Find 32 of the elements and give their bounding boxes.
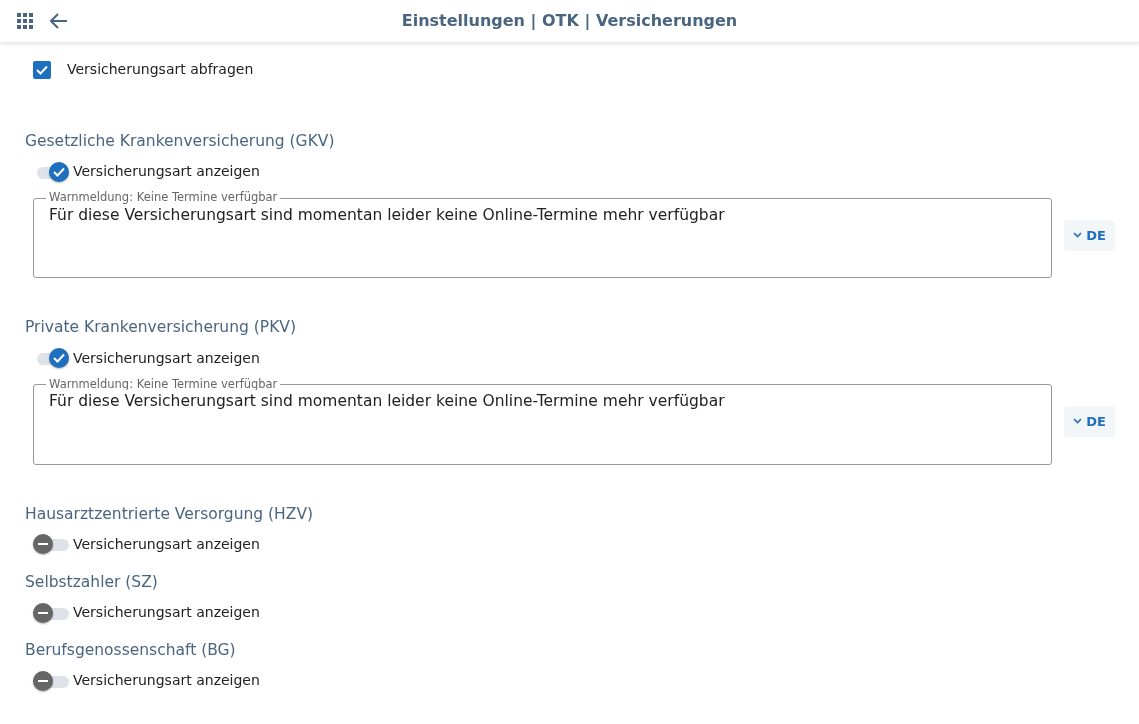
check-icon — [53, 353, 65, 363]
toggle-label: Versicherungsart anzeigen — [73, 348, 260, 368]
toggle-label: Versicherungsart anzeigen — [73, 603, 260, 622]
warning-message-field[interactable]: Warnmeldung: Keine Termine verfügbar Für diese Versicherungsart sind momentan leider keine Online-Termine mehr verfügbar — [33, 192, 1052, 279]
minus-icon — [38, 679, 48, 682]
check-icon — [53, 166, 65, 177]
section-heading: Private Krankenversicherung (PKV) — [25, 317, 297, 339]
language-dropdown[interactable]: DE — [1064, 219, 1115, 251]
minus-icon — [38, 611, 48, 614]
toggle-label: Versicherungsart anzeigen — [73, 671, 260, 691]
checkbox[interactable] — [33, 60, 51, 79]
checkbox-label: Versicherungsart abfragen — [67, 60, 254, 79]
page-title: Einstellungen | OTK | Versicherungen — [401, 11, 738, 30]
field-label: Warnmeldung: Keine Termine verfügbar — [48, 378, 279, 390]
check-icon — [36, 64, 48, 75]
section-heading: Hausarztzentrierte Versorgung (HZV) — [25, 503, 315, 525]
toggle-label: Versicherungsart anzeigen — [73, 162, 260, 182]
section-heading: Berufsgenossenschaft (BG) — [25, 640, 237, 661]
toggle-switch[interactable] — [33, 671, 69, 690]
back-arrow-icon[interactable] — [50, 13, 68, 29]
toggle-switch[interactable] — [33, 535, 69, 554]
toggle-switch[interactable] — [33, 603, 69, 622]
warning-message-field[interactable]: Warnmeldung: Keine Termine verfügbar Für diese Versicherungsart sind momentan leider keine Online-Termine mehr verfügbar — [33, 378, 1052, 465]
apps-grid-icon[interactable] — [16, 12, 34, 30]
minus-icon — [38, 543, 48, 546]
section-heading: Selbstzahler (SZ) — [25, 571, 159, 593]
chevron-down-icon — [1073, 417, 1083, 424]
language-dropdown[interactable]: DE — [1064, 406, 1115, 437]
chevron-down-icon — [1073, 231, 1083, 238]
toggle-label: Versicherungsart anzeigen — [73, 534, 260, 554]
field-label: Warnmeldung: Keine Termine verfügbar — [48, 192, 279, 204]
section-heading: Gesetzliche Krankenversicherung (GKV) — [25, 131, 336, 152]
